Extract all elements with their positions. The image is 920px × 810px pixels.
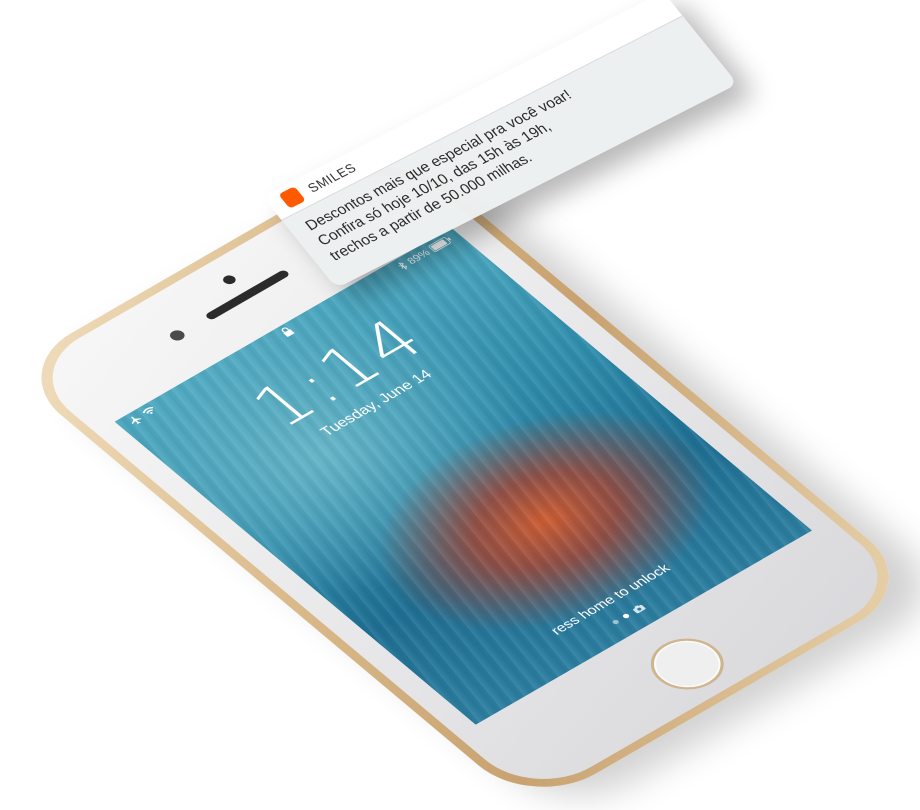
page-dot-active — [621, 612, 631, 620]
earpiece-speaker — [204, 269, 291, 321]
front-camera — [220, 273, 239, 286]
bluetooth-icon — [397, 262, 407, 270]
phone: 89% 1:14 Tuesday, June 14 ress home to u… — [7, 144, 920, 810]
notification-line: Descontos mais que especial pra você voa… — [301, 86, 576, 235]
device-mockup: 89% 1:14 Tuesday, June 14 ress home to u… — [0, 0, 920, 810]
proximity-sensor — [167, 328, 188, 343]
home-button[interactable] — [635, 628, 739, 700]
page-dot — [611, 618, 621, 626]
wifi-icon — [142, 407, 153, 414]
airplane-icon — [131, 416, 142, 425]
phone-front-panel: 89% 1:14 Tuesday, June 14 ress home to u… — [22, 154, 908, 801]
lock-icon — [281, 327, 295, 337]
smiles-app-icon — [278, 186, 306, 209]
